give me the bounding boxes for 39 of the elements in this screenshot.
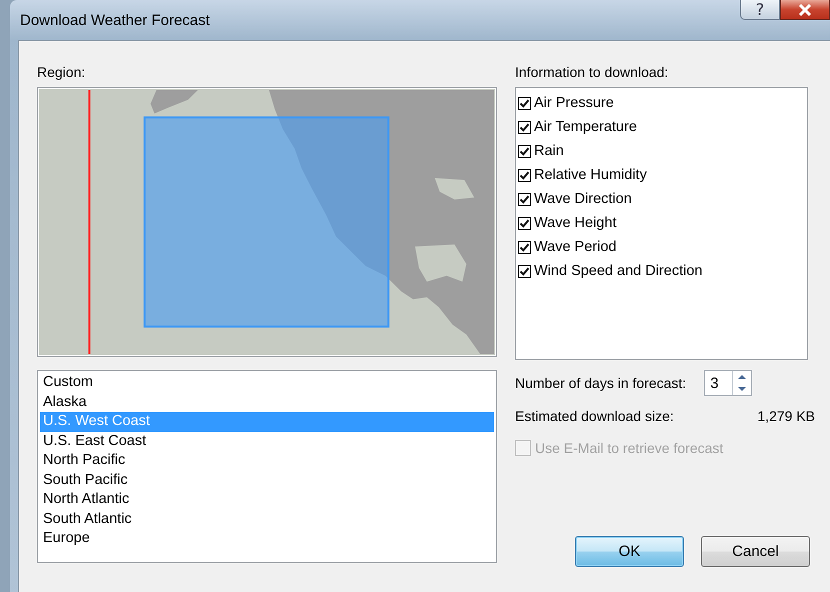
region-item[interactable]: North Atlantic	[40, 490, 494, 510]
days-spinner[interactable]: 3	[704, 370, 752, 396]
dialog-button[interactable]: OK	[575, 536, 684, 567]
checkbox[interactable]	[518, 264, 531, 278]
window-title: Download Weather Forecast	[20, 12, 210, 28]
region-item[interactable]: North Pacific	[40, 451, 494, 470]
information-item[interactable]: Rain	[534, 143, 564, 159]
checkbox[interactable]	[518, 216, 531, 230]
checkbox[interactable]	[518, 240, 531, 254]
checkbox[interactable]	[518, 120, 531, 134]
region-item[interactable]: U.S. East Coast	[40, 432, 494, 451]
region-item[interactable]: South Atlantic	[40, 510, 494, 529]
size-value: 1,279 KB	[757, 408, 815, 424]
information-label: Information to download:	[515, 63, 670, 82]
region-item[interactable]: Europe	[40, 529, 494, 548]
information-item[interactable]: Wave Height	[534, 215, 616, 231]
help-button[interactable]: ?	[740, 0, 780, 20]
checkbox[interactable]	[518, 192, 531, 206]
region-list[interactable]: Custom Alaska U.S. West Coast U.S. East Coast North Pacific South Pacific North Atlantic South Atlantic Europe	[37, 370, 497, 563]
close-icon	[797, 4, 813, 16]
region-item[interactable]: South Pacific	[40, 470, 494, 490]
information-item[interactable]: Wave Direction	[534, 191, 632, 207]
size-label: Estimated download size:	[515, 408, 674, 424]
checkbox[interactable]	[518, 144, 531, 158]
checkbox[interactable]	[518, 96, 531, 110]
region-item[interactable]: Custom	[40, 373, 494, 392]
region-item[interactable]: Alaska	[40, 392, 494, 412]
region-label: Region:	[37, 63, 86, 82]
information-item[interactable]: Wave Period	[534, 239, 616, 255]
days-label: Number of days in forecast:	[515, 375, 686, 391]
information-item[interactable]: Air Temperature	[534, 119, 637, 135]
email-label: Use E-Mail to retrieve forecast	[535, 440, 724, 456]
information-item[interactable]: Wind Speed and Direction	[534, 263, 702, 279]
close-button[interactable]	[780, 0, 830, 20]
information-item[interactable]: Air Pressure	[534, 95, 614, 111]
dialog-button[interactable]: Cancel	[701, 536, 810, 567]
information-list[interactable]: Air Pressure Air Temperature Rain Relative Humidity Wave Direction Wave Height Wave Period Wind Speed and Direction	[515, 87, 808, 360]
information-item[interactable]: Relative Humidity	[534, 167, 647, 183]
checkbox[interactable]	[518, 168, 531, 182]
